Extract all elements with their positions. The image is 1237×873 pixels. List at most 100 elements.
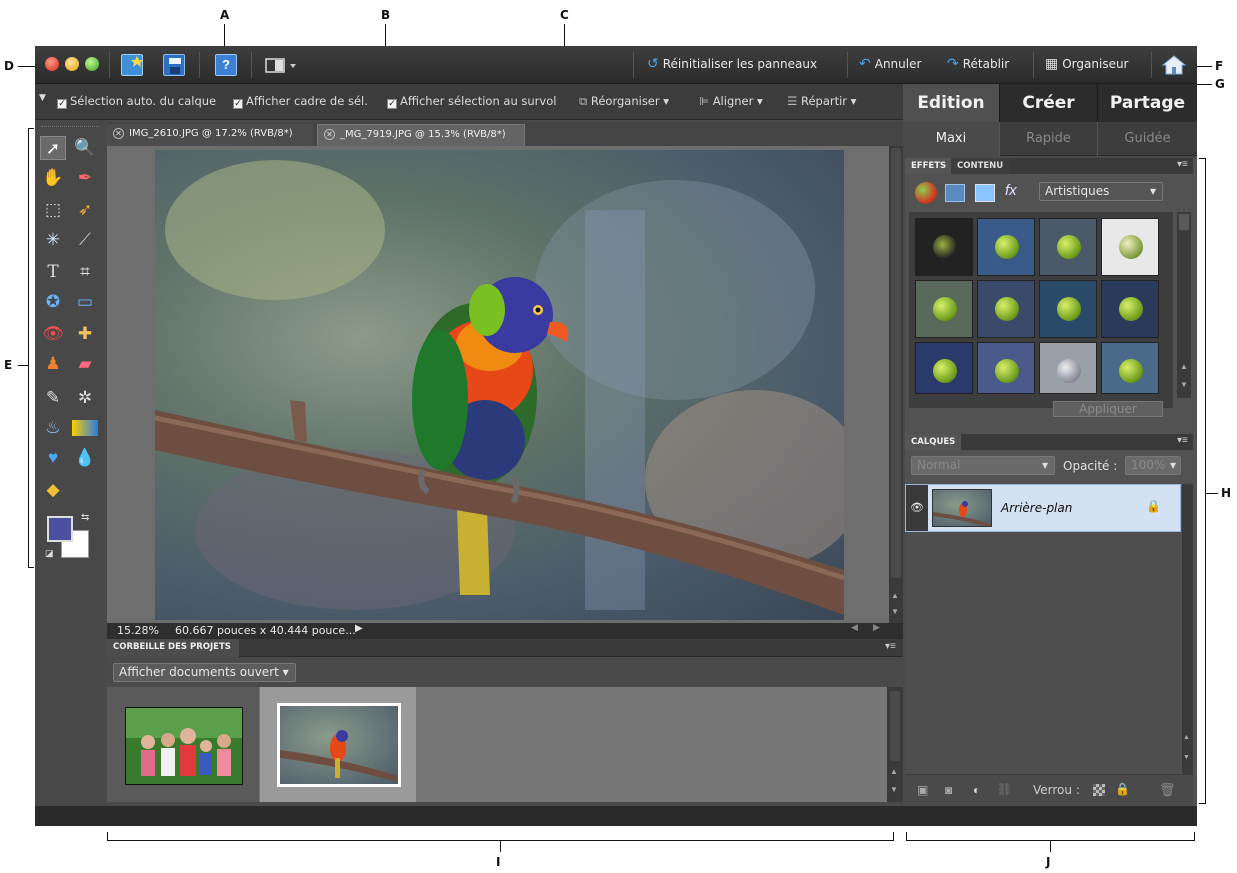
lasso-tool-icon[interactable]: ➶: [72, 198, 98, 222]
effect-thumbnail[interactable]: [915, 218, 973, 276]
help-icon[interactable]: ?: [215, 54, 237, 76]
auto-select-layer-checkbox[interactable]: ✓ Sélection auto. du calque: [57, 94, 216, 109]
tab-edition[interactable]: Edition: [903, 84, 999, 122]
custom-shape-tool-icon[interactable]: ♥: [40, 446, 66, 470]
scroll-up-icon[interactable]: ▲: [1183, 734, 1190, 741]
effect-thumbnail[interactable]: [977, 280, 1035, 338]
scroll-right-icon[interactable]: ▶: [873, 623, 880, 633]
healing-brush-tool-icon[interactable]: ✚: [72, 322, 98, 346]
swap-colors-icon[interactable]: ⇆: [81, 512, 89, 523]
effect-thumbnail[interactable]: [1101, 342, 1159, 394]
arrange-dropdown[interactable]: ⧉ Réorganiser ▾: [579, 94, 669, 109]
reset-panels-button[interactable]: ↺ Réinitialiser les panneaux: [647, 56, 817, 72]
tab-create[interactable]: Créer: [999, 84, 1097, 122]
minimize-window-button[interactable]: [65, 57, 79, 71]
scroll-down-icon[interactable]: ▼: [1183, 754, 1190, 761]
effect-thumbnail[interactable]: [1101, 218, 1159, 276]
quick-selection-tool-icon[interactable]: ⟋: [72, 228, 98, 252]
document-canvas-area[interactable]: [107, 146, 889, 623]
straighten-tool-icon[interactable]: ▭: [72, 290, 98, 314]
effects-category-dropdown[interactable]: Artistiques ▾: [1039, 182, 1163, 201]
move-tool-icon[interactable]: ➚: [40, 136, 66, 160]
effect-thumbnail[interactable]: [915, 280, 973, 338]
undo-button[interactable]: ↶ Annuler: [859, 56, 921, 72]
scroll-down-icon[interactable]: ▼: [890, 785, 898, 794]
eyedropper-tool-icon[interactable]: ✒: [72, 166, 98, 190]
zoom-level[interactable]: 15.28%: [117, 624, 159, 637]
tab-guided-edit[interactable]: Guidée: [1097, 122, 1197, 156]
project-bin-scrollbar[interactable]: ▲ ▼: [887, 687, 903, 802]
document-tab-2[interactable]: ✕ _MG_7919.JPG @ 15.3% (RVB/8*): [317, 124, 525, 146]
text-tool-icon[interactable]: T: [40, 260, 66, 284]
tab-quick-edit[interactable]: Rapide: [999, 122, 1097, 156]
organizer-button[interactable]: ▦ Organiseur: [1045, 56, 1129, 72]
red-eye-tool-icon[interactable]: 👁: [40, 322, 66, 346]
filters-icon[interactable]: [915, 182, 937, 204]
layers-scrollbar[interactable]: ▲ ▼: [1182, 484, 1193, 774]
layer-name[interactable]: Arrière-plan: [1001, 501, 1072, 515]
crop-tool-icon[interactable]: ⌗: [72, 260, 98, 284]
scrollbar-thumb[interactable]: [890, 691, 900, 761]
scroll-left-icon[interactable]: ◀: [851, 623, 858, 633]
effect-thumbnail[interactable]: [977, 218, 1035, 276]
workspace-layout-icon[interactable]: [265, 54, 299, 76]
scroll-up-icon[interactable]: ▲: [1180, 362, 1188, 371]
scroll-up-icon[interactable]: ▲: [891, 591, 899, 600]
project-bin-filter-dropdown[interactable]: Afficher documents ouvert ▾: [113, 663, 296, 682]
panel-menu-icon[interactable]: ▾≡: [1177, 159, 1188, 170]
smart-brush-tool-icon[interactable]: ✲: [72, 386, 98, 410]
scroll-up-icon[interactable]: ▲: [890, 767, 898, 776]
cookie-cutter-tool-icon[interactable]: ✪: [40, 290, 66, 314]
show-bounding-box-checkbox[interactable]: ✓ Afficher cadre de sél.: [233, 94, 368, 109]
maximize-window-button[interactable]: [85, 57, 99, 71]
delete-layer-icon[interactable]: 🗑: [1159, 782, 1176, 798]
magic-wand-tool-icon[interactable]: ✳: [40, 228, 66, 252]
hand-tool-icon[interactable]: ✋: [40, 166, 66, 190]
panel-menu-icon[interactable]: ▾≡: [885, 641, 896, 652]
bin-thumbnail-family[interactable]: [125, 707, 243, 785]
layer-row-background[interactable]: 👁 Arrière-plan 🔒: [905, 484, 1181, 532]
save-icon[interactable]: [163, 54, 185, 76]
scroll-down-icon[interactable]: ▼: [891, 607, 899, 616]
layer-mask-icon[interactable]: ◙: [945, 783, 952, 797]
tab-share[interactable]: Partage: [1097, 84, 1197, 122]
effect-thumbnail[interactable]: [1039, 342, 1097, 394]
distribute-dropdown[interactable]: ☰ Répartir ▾: [787, 94, 856, 108]
photo-effects-icon[interactable]: [975, 184, 995, 202]
link-layers-icon[interactable]: ⛓: [997, 782, 1012, 796]
panel-menu-icon[interactable]: ▾≡: [1177, 435, 1188, 446]
paint-bucket-tool-icon[interactable]: ♨: [40, 416, 66, 440]
document-tab-1[interactable]: ✕ IMG_2610.JPG @ 17.2% (RVB/8*): [107, 124, 313, 146]
adjustment-layer-icon[interactable]: ◐: [973, 783, 980, 797]
gradient-tool-icon[interactable]: [72, 420, 98, 436]
align-dropdown[interactable]: ⊫ Aligner ▾: [699, 94, 763, 108]
opacity-field[interactable]: 100% ▾: [1125, 456, 1181, 475]
layer-visibility-eye-icon[interactable]: 👁: [906, 485, 928, 531]
options-menu-chevron-icon[interactable]: ▼: [39, 93, 46, 103]
zoom-tool-icon[interactable]: 🔍: [72, 136, 98, 160]
new-file-icon[interactable]: [121, 54, 143, 76]
lock-transparent-pixels-icon[interactable]: [1093, 784, 1105, 796]
new-layer-icon[interactable]: ▣: [917, 783, 928, 797]
close-tab-icon[interactable]: ✕: [324, 129, 335, 140]
home-icon[interactable]: [1161, 54, 1187, 76]
effect-thumbnail[interactable]: [915, 342, 973, 394]
status-menu-arrow-icon[interactable]: ▶: [355, 623, 363, 634]
sponge-tool-icon[interactable]: ◆: [40, 478, 66, 502]
tab-layers[interactable]: CALQUES: [905, 434, 962, 450]
canvas-vertical-scrollbar[interactable]: ▲ ▼: [889, 146, 903, 623]
effect-thumbnail[interactable]: [977, 342, 1035, 394]
close-tab-icon[interactable]: ✕: [113, 128, 124, 139]
effects-scrollbar[interactable]: ▲ ▼: [1177, 212, 1191, 398]
scrollbar-thumb[interactable]: [1179, 214, 1189, 230]
scrollbar-thumb[interactable]: [891, 148, 901, 578]
tab-full-edit[interactable]: Maxi: [903, 122, 999, 156]
project-bin-tab[interactable]: CORBEILLE DES PROJETS: [107, 639, 239, 657]
apply-effect-button[interactable]: Appliquer: [1053, 401, 1163, 417]
foreground-color-swatch[interactable]: [47, 516, 73, 542]
effect-thumbnail[interactable]: [1039, 218, 1097, 276]
marquee-tool-icon[interactable]: ⬚: [40, 198, 66, 222]
brush-tool-icon[interactable]: ✎: [40, 386, 66, 410]
close-window-button[interactable]: [45, 57, 59, 71]
tab-effects[interactable]: EFFETS: [905, 158, 953, 174]
